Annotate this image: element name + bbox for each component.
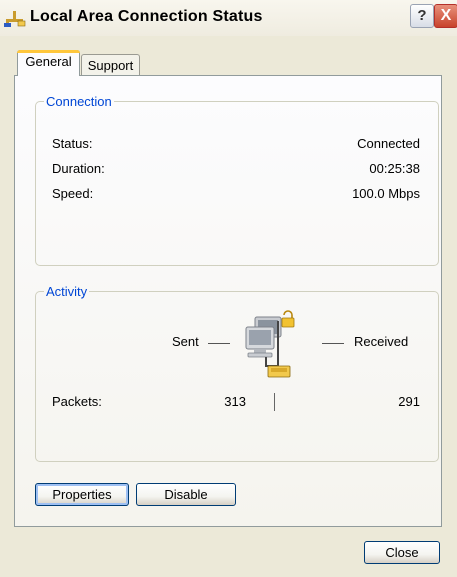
duration-value: 00:25:38: [369, 161, 420, 176]
status-label: Status:: [52, 136, 93, 151]
activity-group: Activity Sent Received Packets: 313 291: [35, 284, 439, 462]
tab-support[interactable]: Support: [81, 54, 140, 76]
tab-general[interactable]: General: [17, 50, 80, 76]
general-tab-panel: Connection Status: Connected Duration: 0…: [14, 75, 442, 527]
network-connection-icon: [4, 10, 26, 28]
received-dash: [322, 343, 344, 344]
packets-divider: [274, 393, 275, 411]
window-title: Local Area Connection Status: [30, 8, 263, 25]
status-value: Connected: [357, 136, 420, 151]
duration-label: Duration:: [52, 161, 105, 176]
sent-label: Sent: [172, 334, 199, 349]
close-button[interactable]: Close: [364, 541, 440, 564]
sent-dash: [208, 343, 230, 344]
network-computers-icon: [237, 309, 311, 379]
window-close-button[interactable]: X: [434, 4, 457, 28]
speed-value: 100.0 Mbps: [352, 186, 420, 201]
packets-label: Packets:: [52, 394, 102, 409]
connection-group: Connection Status: Connected Duration: 0…: [35, 94, 439, 266]
help-button[interactable]: ?: [410, 4, 434, 28]
packets-sent-value: 313: [224, 394, 246, 409]
disable-button[interactable]: Disable: [136, 483, 236, 506]
connection-legend: Connection: [46, 94, 112, 109]
speed-label: Speed:: [52, 186, 94, 201]
packets-received-value: 291: [398, 394, 420, 409]
activity-legend: Activity: [46, 284, 88, 299]
received-label: Received: [354, 334, 409, 349]
title-bar: Local Area Connection Status ? X: [0, 0, 457, 36]
properties-button[interactable]: Properties: [35, 483, 129, 506]
